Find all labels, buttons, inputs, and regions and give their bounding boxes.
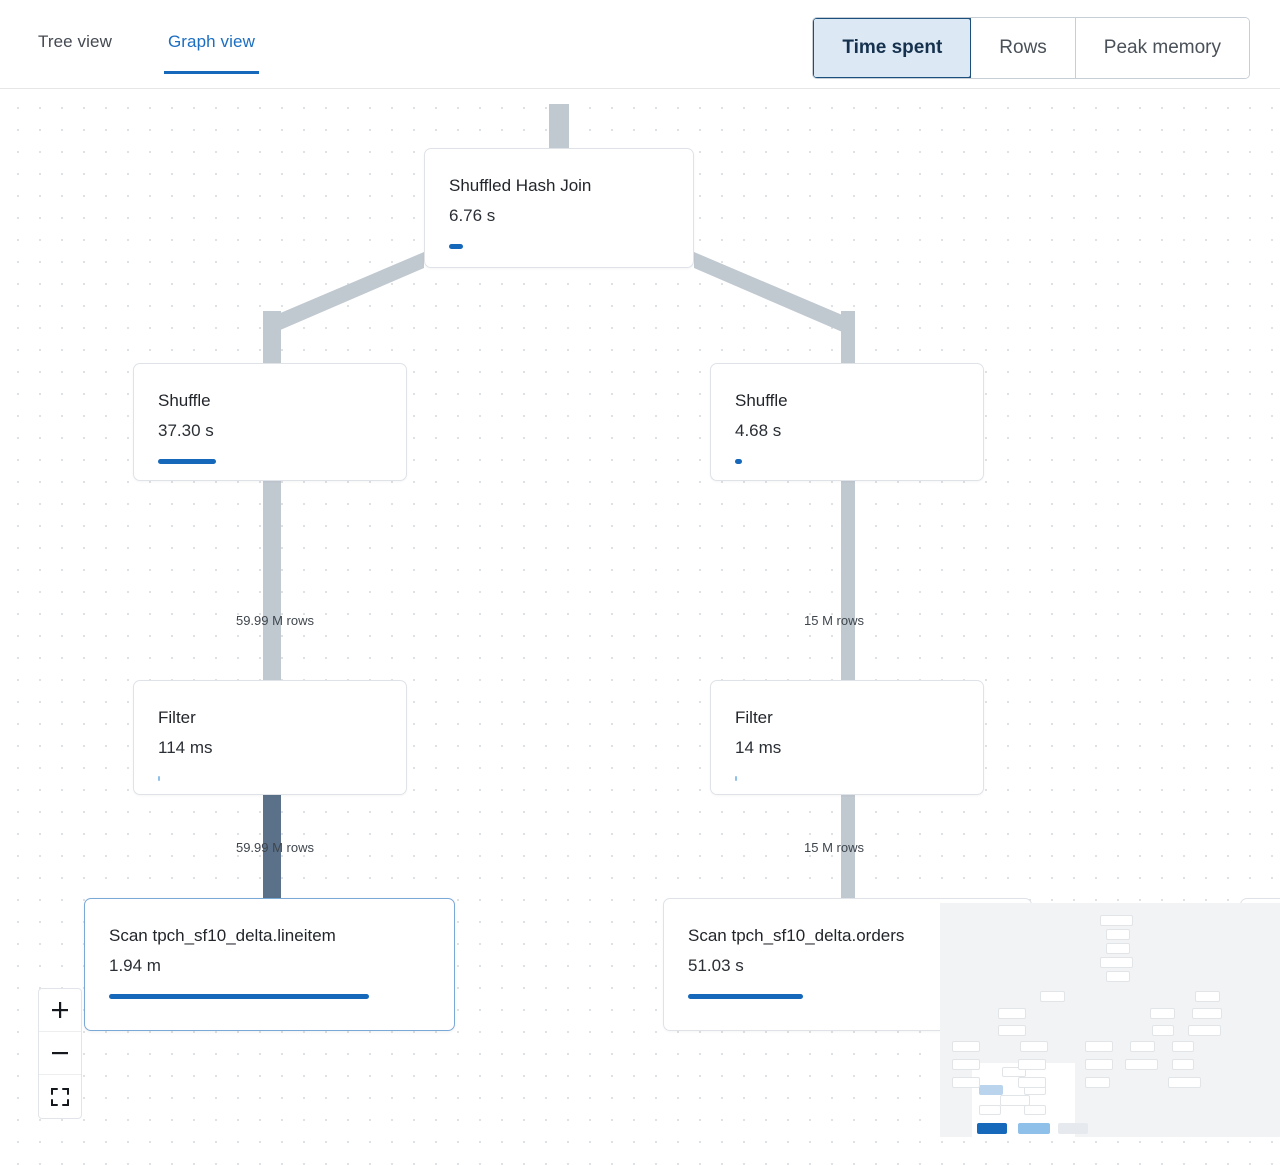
- fit-view-icon: [51, 1087, 69, 1106]
- minimap-node: [1024, 1105, 1046, 1115]
- node-metric-value: 1.94 m: [109, 956, 161, 975]
- minimap-node: [952, 1059, 980, 1070]
- minimap-node: [1150, 1008, 1175, 1019]
- segment-peak-memory[interactable]: Peak memory: [1075, 18, 1249, 78]
- graph-node-filter_r[interactable]: Filter 14 ms: [710, 680, 984, 795]
- edge-scan-right-in: [841, 849, 855, 898]
- tab-tree-view-label: Tree view: [38, 32, 112, 51]
- metric-segmented-control: Time spent Rows Peak memory: [812, 17, 1250, 79]
- edge-shuffle-right-in: [841, 311, 855, 363]
- edge-shuffle-left-in: [263, 311, 281, 363]
- node-title: Filter: [158, 708, 196, 727]
- edge-join-to-shuffle-right: [694, 252, 847, 334]
- zoom-in-button[interactable]: [39, 989, 81, 1032]
- segment-time-spent[interactable]: Time spent: [813, 18, 973, 78]
- graph-node-join[interactable]: Shuffled Hash Join 6.76 s: [424, 148, 694, 268]
- minimap-node: [979, 1105, 1001, 1115]
- node-metric-bar: [735, 776, 737, 781]
- edge-join-to-shuffle-left: [271, 252, 424, 334]
- minimap-node: [1058, 1123, 1088, 1134]
- minimap-node: [1100, 915, 1133, 926]
- node-metric-value: 37.30 s: [158, 421, 214, 440]
- minimap-node: [952, 1077, 980, 1088]
- segment-time-spent-label: Time spent: [842, 37, 943, 58]
- minimap-node: [1020, 1041, 1048, 1052]
- node-metric-value: 4.68 s: [735, 421, 782, 440]
- zoom-out-button[interactable]: [39, 1032, 81, 1075]
- minimap-node: [1106, 929, 1130, 940]
- minimap-node: [1195, 991, 1220, 1002]
- node-metric-bar: [688, 994, 803, 999]
- minimap-node: [952, 1041, 980, 1052]
- node-title: Scan tpch_sf10_delta.lineitem: [109, 926, 336, 945]
- minimap-node: [1085, 1041, 1113, 1052]
- minimap-node: [977, 1123, 1007, 1134]
- graph-node-scan_l[interactable]: Scan tpch_sf10_delta.lineitem 1.94 m: [84, 898, 455, 1031]
- minimap-node: [979, 1085, 1003, 1095]
- node-metric-bar: [109, 994, 369, 999]
- edge-label: 15 M rows: [804, 840, 864, 855]
- minimap-node: [1172, 1059, 1194, 1070]
- node-title: Shuffle: [158, 391, 211, 410]
- minimap-node: [1192, 1008, 1222, 1019]
- segment-rows-label: Rows: [999, 37, 1047, 58]
- node-metric-value: 51.03 s: [688, 956, 744, 975]
- edge-filter-right-in: [841, 537, 855, 680]
- segment-peak-memory-label: Peak memory: [1103, 37, 1221, 58]
- tab-graph-view[interactable]: Graph view: [163, 32, 259, 74]
- node-title: Shuffled Hash Join: [449, 176, 592, 195]
- minus-icon: [52, 1052, 68, 1055]
- graph-node-filter_l[interactable]: Filter 114 ms: [133, 680, 407, 795]
- edge-label: 15 M rows: [804, 613, 864, 628]
- node-title: Scan tpch_sf10_delta.orders: [688, 926, 905, 945]
- node-metric-bar: [449, 244, 463, 249]
- node-title: Shuffle: [735, 391, 788, 410]
- node-metric-bar: [158, 776, 160, 781]
- plus-icon: [52, 1002, 68, 1018]
- minimap-node: [1085, 1059, 1113, 1070]
- tab-tree-view[interactable]: Tree view: [38, 32, 112, 74]
- minimap-node: [1085, 1077, 1110, 1088]
- node-metric-bar: [158, 459, 216, 464]
- node-metric-value: 114 ms: [158, 738, 213, 757]
- tab-graph-view-label: Graph view: [167, 32, 255, 51]
- minimap-node: [1125, 1059, 1158, 1070]
- minimap-node: [998, 1008, 1026, 1019]
- minimap-node: [1152, 1025, 1174, 1036]
- minimap-node: [1018, 1077, 1046, 1088]
- node-metric-bar: [735, 459, 742, 464]
- edge-filter-left-in: [263, 537, 281, 680]
- minimap-node: [1188, 1025, 1221, 1036]
- edge-shuffle-left-out: [263, 481, 281, 537]
- graph-canvas[interactable]: 59.99 M rows59.99 M rows15 M rows59.99 M…: [0, 89, 1280, 1165]
- minimap-node: [1168, 1077, 1201, 1088]
- graph-node-shuffle_r[interactable]: Shuffle 4.68 s: [710, 363, 984, 481]
- minimap-node: [1018, 1059, 1046, 1070]
- graph-minimap[interactable]: [940, 903, 1280, 1137]
- edge-shuffle-right-out: [841, 481, 855, 537]
- minimap-node: [1040, 991, 1065, 1002]
- edge-label: 59.99 M rows: [235, 613, 315, 628]
- node-metric-value: 6.76 s: [449, 206, 496, 225]
- minimap-node: [998, 1025, 1026, 1036]
- minimap-node: [1106, 971, 1130, 982]
- edge-join-out: [549, 104, 569, 148]
- view-tabs: Tree view Graph view: [38, 32, 311, 74]
- minimap-node: [1130, 1041, 1155, 1052]
- minimap-node: [1100, 957, 1133, 968]
- graph-node-shuffle_l[interactable]: Shuffle 37.30 s: [133, 363, 407, 481]
- fit-view-button[interactable]: [39, 1075, 81, 1118]
- zoom-controls: [38, 988, 82, 1119]
- node-title: Filter: [735, 708, 773, 727]
- minimap-node: [1106, 943, 1130, 954]
- minimap-node: [1172, 1041, 1194, 1052]
- minimap-node: [1000, 1095, 1030, 1106]
- minimap-node: [1018, 1123, 1050, 1134]
- node-metric-value: 14 ms: [735, 738, 782, 757]
- edge-scan-left-in: [263, 849, 281, 898]
- segment-rows[interactable]: Rows: [971, 18, 1076, 78]
- edge-label: 59.99 M rows: [235, 840, 315, 855]
- toolbar: Tree view Graph view Time spent Rows Pea…: [0, 0, 1280, 89]
